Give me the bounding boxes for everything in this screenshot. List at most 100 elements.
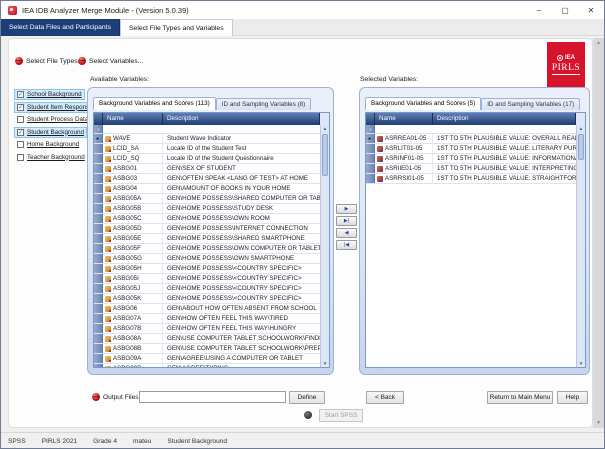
variable-row[interactable]: LCID_SQ Locale ID of the Student Questio…	[94, 154, 320, 164]
variable-row[interactable]: LCID_SA Locale ID of the Student Test	[94, 144, 320, 154]
available-variables-panel: Background Variables and Scores (113) ID…	[87, 87, 334, 375]
scroll-up-icon[interactable]: ▲	[593, 40, 604, 46]
variable-row[interactable]: ASBG08B GEN\USE COMPUTER TABLET SCHOOLWO…	[94, 344, 320, 354]
filter-row[interactable]	[366, 125, 576, 134]
variable-row[interactable]: ASBG09B GEN\AGREE\TYPING	[94, 364, 320, 367]
variable-row[interactable]: ASBG05E GEN\HOME POSSESS\SHARED SMARTPHO…	[94, 234, 320, 244]
variable-row[interactable]: ASBG05I GEN\HOME POSSESS\<COUNTRY SPECIF…	[94, 274, 320, 284]
move-button[interactable]: |◀	[336, 240, 357, 250]
scroll-up-icon[interactable]: ▲	[321, 126, 329, 131]
variable-row[interactable]: ASBG05F GEN\HOME POSSESS\OWN COMPUTER OR…	[94, 244, 320, 254]
variable-row[interactable]: ASBG08A GEN\USE COMPUTER TABLET SCHOOLWO…	[94, 334, 320, 344]
variable-name: ASBG01	[113, 165, 137, 172]
row-indicator	[94, 234, 103, 243]
minimize-button[interactable]: –	[526, 1, 552, 19]
variable-row[interactable]: ASRLIT01-05 1ST TO 5TH PLAUSIBLE VALUE: …	[366, 144, 576, 154]
variable-icon	[105, 356, 111, 362]
variable-name: ASBG08B	[113, 345, 141, 352]
checkbox-icon[interactable]	[17, 129, 24, 136]
checkbox-icon[interactable]	[17, 104, 24, 111]
variable-row[interactable]: ASBG05C GEN\HOME POSSESS\OWN ROOM	[94, 214, 320, 224]
variable-icon	[105, 196, 111, 202]
scroll-down-icon[interactable]: ▼	[321, 361, 329, 366]
file-type-item[interactable]: Student Process Data	[14, 114, 91, 125]
help-button[interactable]: Help	[557, 391, 588, 404]
description-column-header[interactable]: Description	[163, 113, 320, 125]
name-column-header[interactable]: Name	[103, 113, 163, 125]
variable-description: GEN\HOME POSSESS\<COUNTRY SPECIFIC>	[163, 264, 320, 273]
variable-row[interactable]: WAVE Student Wave Indicator	[94, 134, 320, 144]
variable-row[interactable]: ASBG06 GEN\ABOUT HOW OFTEN ABSENT FROM S…	[94, 304, 320, 314]
grid-tab[interactable]: Background Variables and Scores (113)	[93, 97, 216, 110]
variable-name: ASRREA01-05	[385, 135, 426, 142]
output-files-input[interactable]	[139, 391, 286, 403]
row-indicator	[94, 204, 103, 213]
row-indicator	[366, 134, 375, 143]
variable-row[interactable]: ASBG05B GEN\HOME POSSESS\STUDY DESK	[94, 204, 320, 214]
checkbox-icon[interactable]	[17, 154, 24, 161]
main-tab[interactable]: Select File Types and Variables	[120, 19, 233, 36]
checkbox-icon[interactable]	[17, 141, 24, 148]
scroll-up-icon[interactable]: ▲	[577, 126, 585, 131]
move-button[interactable]: ▶	[336, 204, 357, 214]
variable-row[interactable]: ASBG05J GEN\HOME POSSESS\<COUNTRY SPECIF…	[94, 284, 320, 294]
scroll-down-icon[interactable]: ▼	[593, 420, 604, 426]
start-spss-button[interactable]: Start SPSS	[319, 409, 363, 422]
name-column-header[interactable]: Name	[375, 113, 433, 125]
selected-variables-grid: Name Description	[365, 112, 586, 368]
close-button[interactable]: ✕	[578, 1, 604, 19]
filter-row[interactable]	[94, 125, 320, 134]
checkbox-icon[interactable]	[17, 116, 24, 123]
move-button[interactable]: ◀	[336, 228, 357, 238]
maximize-button[interactable]: ▢	[552, 1, 578, 19]
variable-row[interactable]: ASBG05G GEN\HOME POSSESS\OWN SMARTPHONE	[94, 254, 320, 264]
variable-row[interactable]: ASBG04 GEN\AMOUNT OF BOOKS IN YOUR HOME	[94, 184, 320, 194]
scrollbar-thumb[interactable]	[578, 134, 584, 160]
variable-row[interactable]: ASBG03 GEN\OFTEN SPEAK <LANG OF TEST> AT…	[94, 174, 320, 184]
variable-row[interactable]: ASRINF01-05 1ST TO 5TH PLAUSIBLE VALUE: …	[366, 154, 576, 164]
variable-icon	[105, 156, 111, 162]
variable-icon	[105, 366, 111, 368]
variable-row[interactable]: ASBG05D GEN\HOME POSSESS\INTERNET CONNEC…	[94, 224, 320, 234]
main-tab[interactable]: Select Data Files and Participants	[1, 19, 120, 36]
variable-row[interactable]: ASRIIE01-05 1ST TO 5TH PLAUSIBLE VALUE: …	[366, 164, 576, 174]
return-to-main-menu-button[interactable]: Return to Main Menu	[487, 391, 553, 404]
file-type-item[interactable]: Student Background	[14, 127, 87, 138]
grid-tab[interactable]: ID and Sampling Variables (17)	[481, 98, 580, 110]
grid-tab[interactable]: ID and Sampling Variables (8)	[216, 98, 312, 110]
move-button[interactable]: ▶|	[336, 216, 357, 226]
checkbox-icon[interactable]	[17, 91, 24, 98]
define-button[interactable]: Define	[289, 391, 325, 404]
variable-row[interactable]: ASBG07B GEN\HOW OFTEN FEEL THIS WAY\HUNG…	[94, 324, 320, 334]
available-grid-scrollbar[interactable]: ▲ ▼	[320, 125, 329, 367]
page-scrollbar[interactable]: ▲ ▼	[593, 38, 604, 428]
variable-icon	[105, 146, 111, 152]
file-type-item[interactable]: School Background	[14, 89, 85, 100]
grid-tab[interactable]: Background Variables and Scores (5)	[365, 97, 481, 110]
variable-row[interactable]: ASRREA01-05 1ST TO 5TH PLAUSIBLE VALUE: …	[366, 134, 576, 144]
back-button[interactable]: < Back	[366, 391, 404, 404]
variable-row[interactable]: ASBG09A GEN\AGREE\USING A COMPUTER OR TA…	[94, 354, 320, 364]
variable-row[interactable]: ASBG07A GEN\HOW OFTEN FEEL THIS WAY\TIRE…	[94, 314, 320, 324]
variable-icon	[105, 136, 111, 142]
variable-row[interactable]: ASRRSI01-05 1ST TO 5TH PLAUSIBLE VALUE: …	[366, 174, 576, 184]
select-variables-button[interactable]: Select Variables...	[78, 57, 143, 65]
variable-row[interactable]: ASBG05K GEN\HOME POSSESS\<COUNTRY SPECIF…	[94, 294, 320, 304]
scrollbar-thumb[interactable]	[322, 134, 328, 176]
scroll-down-icon[interactable]: ▼	[577, 361, 585, 366]
description-column-header[interactable]: Description	[433, 113, 576, 125]
file-type-label: Teacher Background	[27, 154, 85, 161]
tab-page: Select File Types... Select Variables...…	[8, 38, 593, 428]
selected-grid-scrollbar[interactable]: ▲ ▼	[576, 125, 585, 367]
selected-variables-label: Selected Variables:	[360, 76, 418, 83]
select-file-types-button[interactable]: Select File Types...	[15, 57, 83, 65]
row-indicator	[94, 324, 103, 333]
variable-description: 1ST TO 5TH PLAUSIBLE VALUE: STRAIGHTFORW…	[433, 174, 576, 183]
row-indicator	[94, 344, 103, 353]
file-type-item[interactable]: Teacher Background	[14, 152, 88, 163]
file-type-item[interactable]: Home Background	[14, 139, 82, 150]
variable-row[interactable]: ASBG05H GEN\HOME POSSESS\<COUNTRY SPECIF…	[94, 264, 320, 274]
variable-row[interactable]: ASBG05A GEN\HOME POSSESS\SHARED COMPUTER…	[94, 194, 320, 204]
variable-row[interactable]: ASBG01 GEN\SEX OF STUDENT	[94, 164, 320, 174]
variable-name: ASBG05A	[113, 195, 141, 202]
